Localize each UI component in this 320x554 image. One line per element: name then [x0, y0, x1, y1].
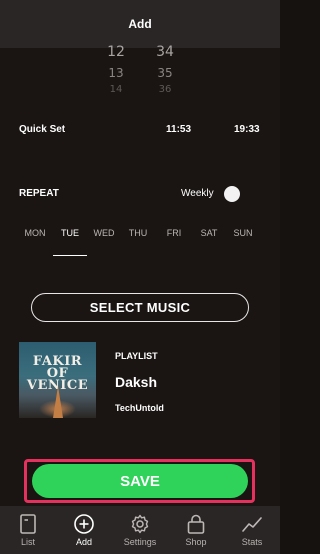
- tab-settings[interactable]: Settings: [112, 506, 168, 554]
- day-selector: MON TUE WED THU FRI SAT SUN: [0, 228, 280, 256]
- day-wed[interactable]: WED: [87, 228, 121, 238]
- select-music-button[interactable]: SELECT MUSIC: [31, 293, 249, 322]
- tab-label: Shop: [185, 537, 207, 547]
- day-tue[interactable]: TUE: [53, 228, 87, 238]
- save-button[interactable]: SAVE: [32, 464, 248, 498]
- tab-stats[interactable]: Stats: [224, 506, 280, 554]
- playlist-name: Daksh: [115, 374, 158, 390]
- weekly-toggle[interactable]: [224, 186, 240, 202]
- quick-set-row: Quick Set 11:53 19:33: [0, 124, 280, 140]
- tab-label: List: [20, 537, 35, 547]
- hour-value[interactable]: 12: [96, 44, 136, 60]
- chart-line-icon: [242, 517, 262, 532]
- quick-set-time-button[interactable]: 19:33: [234, 124, 260, 135]
- day-sun[interactable]: SUN: [226, 228, 260, 238]
- time-picker-row[interactable]: 12 34: [0, 44, 280, 62]
- repeat-row: REPEAT Weekly: [0, 186, 280, 204]
- gear-icon: [131, 514, 149, 534]
- page-title: Add: [128, 17, 152, 31]
- add-alarm-screen: 12 34 13 35 14 36 Quick Set 11:53 19:33 …: [0, 44, 280, 506]
- time-picker-row[interactable]: 13 35: [0, 66, 280, 80]
- day-mon[interactable]: MON: [18, 228, 52, 238]
- tab-label: Add: [75, 537, 92, 547]
- bottom-tab-bar: List Add Settings Shop Stats: [0, 506, 280, 554]
- minute-value[interactable]: 34: [145, 44, 185, 60]
- time-picker-row[interactable]: 14 36: [0, 84, 280, 98]
- selected-day-indicator: [53, 255, 87, 256]
- day-thu[interactable]: THU: [121, 228, 155, 238]
- repeat-label: REPEAT: [19, 188, 59, 199]
- tab-add[interactable]: Add: [56, 506, 112, 554]
- playlist-owner: TechUntold: [115, 403, 164, 413]
- list-icon: [20, 514, 36, 534]
- time-picker[interactable]: 12 34 13 35 14 36: [0, 44, 280, 95]
- add-circle-icon: [74, 514, 94, 534]
- weekly-label: Weekly: [181, 188, 214, 199]
- day-sat[interactable]: SAT: [192, 228, 226, 238]
- playlist-tag: PLAYLIST: [115, 351, 158, 361]
- hour-value[interactable]: 13: [96, 66, 136, 80]
- tower-illustration: [53, 386, 63, 418]
- tab-list[interactable]: List: [0, 506, 56, 554]
- tab-label: Stats: [241, 537, 263, 547]
- selected-playlist[interactable]: FAKIR OF VENICE PLAYLIST Daksh TechUntold: [19, 342, 269, 420]
- minute-value[interactable]: 36: [145, 84, 185, 95]
- quick-set-time-button[interactable]: 11:53: [166, 124, 191, 135]
- day-fri[interactable]: FRI: [157, 228, 191, 238]
- album-art: FAKIR OF VENICE: [19, 342, 96, 418]
- top-bar: Add: [0, 0, 280, 48]
- tab-shop[interactable]: Shop: [168, 506, 224, 554]
- minute-value[interactable]: 35: [145, 66, 185, 80]
- bag-icon: [187, 514, 205, 534]
- quick-set-label: Quick Set: [19, 124, 66, 135]
- tab-label: Settings: [123, 537, 157, 547]
- hour-value[interactable]: 14: [96, 84, 136, 95]
